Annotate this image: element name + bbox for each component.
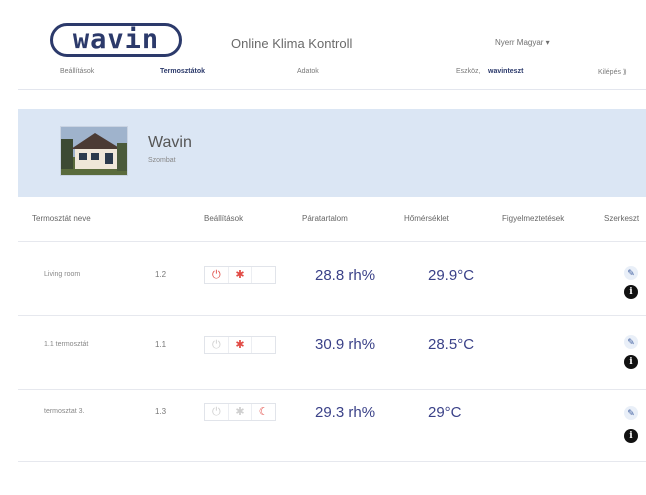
info-icon[interactable]: i: [624, 355, 638, 369]
thermostat-zone: 1.2: [155, 270, 167, 279]
header-divider: [18, 89, 646, 90]
row-divider: [18, 315, 646, 316]
info-icon[interactable]: i: [624, 285, 638, 299]
comfort-mode-icon[interactable]: ✱: [229, 337, 253, 353]
thermostat-name[interactable]: termosztat 3.: [44, 408, 84, 415]
nav-data[interactable]: Adatok: [297, 68, 319, 75]
app-frame: wavin Online Klima Kontroll Nyerr Magyar…: [14, 0, 646, 495]
mode-selector: ⏻ ✱: [204, 336, 276, 354]
row-divider: [18, 389, 646, 390]
col-header-settings: Beállítások: [204, 214, 244, 223]
eco-mode-icon[interactable]: [252, 267, 275, 283]
humidity-value: 29.3 rh%: [315, 404, 376, 421]
eco-mode-icon[interactable]: [252, 337, 275, 353]
site-name: Wavin: [148, 134, 192, 151]
table-row: 1.1 termosztát 1.1 ⏻ ✱ 30.9 rh% 28.5°C ✎…: [18, 317, 646, 383]
thermostat-zone: 1.1: [155, 340, 167, 349]
house-image: [61, 127, 127, 175]
comfort-mode-icon[interactable]: ✱: [229, 267, 253, 283]
nav-device-label: Eszköz,: [456, 68, 481, 75]
thermostat-zone: 1.3: [155, 407, 167, 416]
app-title: Online Klima Kontroll: [231, 36, 353, 51]
temperature-value: 29°C: [428, 404, 462, 421]
humidity-value: 28.8 rh%: [315, 267, 376, 284]
pencil-icon[interactable]: ✎: [624, 266, 638, 280]
pencil-icon[interactable]: ✎: [624, 335, 638, 349]
mode-selector: ⏻ ✱ ☾: [204, 403, 276, 421]
nav-settings[interactable]: Beállítások: [60, 68, 94, 75]
table-divider: [18, 241, 646, 242]
moon-mode-icon[interactable]: ☾: [252, 404, 275, 420]
col-header-alerts: Figyelmeztetések: [502, 214, 565, 223]
comfort-mode-icon[interactable]: ✱: [229, 404, 253, 420]
pencil-icon[interactable]: ✎: [624, 406, 638, 420]
power-mode-icon[interactable]: ⏻: [205, 337, 229, 353]
nav-device-name[interactable]: wavinteszt: [488, 68, 523, 75]
thermostat-name[interactable]: Living room: [44, 271, 80, 278]
nav-thermostats[interactable]: Termosztátok: [160, 68, 205, 75]
power-mode-icon[interactable]: ⏻: [205, 404, 229, 420]
mode-selector: ⏻ ✱: [204, 266, 276, 284]
page: wavin Online Klima Kontroll Nyerr Magyar…: [0, 0, 646, 495]
site-subtitle: Szombat: [148, 157, 176, 164]
humidity-value: 30.9 rh%: [315, 336, 376, 353]
power-mode-icon[interactable]: ⏻: [205, 267, 229, 283]
col-header-humidity: Páratartalom: [302, 214, 348, 223]
info-icon[interactable]: i: [624, 429, 638, 443]
wavin-logo[interactable]: wavin: [50, 23, 182, 57]
col-header-edit: Szerkeszt: [604, 214, 640, 223]
thermostat-name[interactable]: 1.1 termosztát: [44, 341, 88, 348]
table-row: termosztat 3. 1.3 ⏻ ✱ ☾ 29.3 rh% 29°C ✎ …: [18, 391, 646, 457]
col-header-temperature: Hőmérséklet: [404, 214, 449, 223]
nav-logout[interactable]: Kilépés ⟫: [598, 68, 627, 76]
table-row: Living room 1.2 ⏻ ✱ 28.8 rh% 29.9°C ✎ i: [18, 247, 646, 313]
user-menu[interactable]: Nyerr Magyar ▾: [495, 38, 550, 47]
row-divider: [18, 461, 646, 462]
col-header-name: Termosztát neve: [32, 214, 91, 223]
temperature-value: 28.5°C: [428, 336, 475, 353]
main-nav: Beállítások Termosztátok Adatok Eszköz, …: [32, 68, 646, 82]
house-photo: [60, 126, 128, 176]
temperature-value: 29.9°C: [428, 267, 475, 284]
